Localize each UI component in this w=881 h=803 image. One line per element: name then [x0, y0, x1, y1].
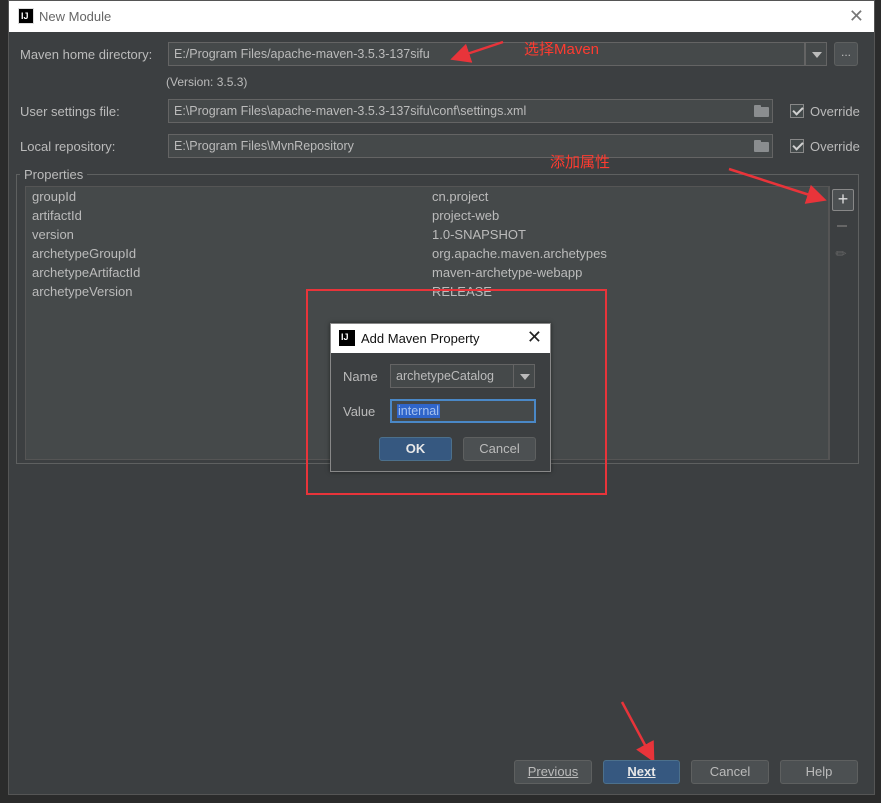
ok-button[interactable]: OK	[379, 437, 452, 461]
name-combo[interactable]: archetypeCatalog	[390, 364, 514, 388]
annotation-add-property: 添加属性	[550, 154, 611, 171]
properties-title: Properties	[20, 167, 88, 182]
value-text: internal	[397, 404, 440, 418]
table-row[interactable]: archetypeArtifactId maven-archetype-webap…	[26, 263, 828, 282]
intellij-icon: IJ	[18, 8, 34, 24]
intellij-icon: IJ	[339, 330, 355, 346]
browse-button[interactable]: ...	[834, 42, 858, 66]
inner-dialog-titlebar: IJ Add Maven Property ✕	[331, 324, 550, 353]
chevron-down-icon[interactable]	[513, 364, 535, 388]
table-row[interactable]: archetypeGroupId org.apache.maven.archety…	[26, 244, 828, 263]
add-property-button[interactable]: +	[832, 189, 854, 211]
table-row[interactable]: groupId cn.project	[26, 187, 828, 206]
folder-icon[interactable]	[754, 105, 770, 117]
close-icon[interactable]: ✕	[849, 6, 864, 27]
local-repo-override-checkbox[interactable]	[790, 139, 804, 153]
local-repo-field[interactable]: E:\Program Files\MvnRepository	[168, 134, 773, 158]
folder-icon[interactable]	[754, 140, 770, 152]
add-maven-property-dialog: IJ Add Maven Property ✕ Name archetypeCa…	[330, 323, 551, 472]
annotation-select-maven: 选择Maven	[524, 41, 600, 58]
remove-icon[interactable]	[837, 225, 847, 227]
name-label: Name	[343, 369, 378, 384]
cancel-button[interactable]: Cancel	[463, 437, 536, 461]
ide-background-left	[0, 0, 8, 803]
close-icon[interactable]: ✕	[527, 327, 542, 348]
local-repo-label: Local repository:	[20, 139, 116, 154]
local-repo-override-label: Override	[810, 139, 860, 154]
chevron-down-icon[interactable]	[805, 42, 827, 66]
user-settings-override-label: Override	[810, 104, 860, 119]
dialog-titlebar: IJ New Module ✕	[9, 1, 874, 32]
cancel-footer-button[interactable]: Cancel	[691, 760, 769, 784]
previous-button[interactable]: Previous	[514, 760, 592, 784]
table-row[interactable]: version 1.0-SNAPSHOT	[26, 225, 828, 244]
dialog-title: New Module	[39, 9, 112, 24]
maven-version-label: (Version: 3.5.3)	[166, 75, 248, 89]
user-settings-label: User settings file:	[20, 104, 120, 119]
properties-toolbar	[829, 186, 857, 460]
maven-home-combo[interactable]: E:/Program Files/apache-maven-3.5.3-137s…	[168, 42, 805, 66]
user-settings-override-checkbox[interactable]	[790, 104, 804, 118]
next-button[interactable]: Next	[603, 760, 680, 784]
value-input[interactable]: internal	[390, 399, 536, 423]
maven-home-label: Maven home directory:	[20, 47, 153, 62]
value-label: Value	[343, 404, 376, 419]
help-button[interactable]: Help	[780, 760, 858, 784]
table-row[interactable]: artifactId project-web	[26, 206, 828, 225]
inner-dialog-title: Add Maven Property	[361, 331, 480, 346]
user-settings-field[interactable]: E:\Program Files\apache-maven-3.5.3-137s…	[168, 99, 773, 123]
